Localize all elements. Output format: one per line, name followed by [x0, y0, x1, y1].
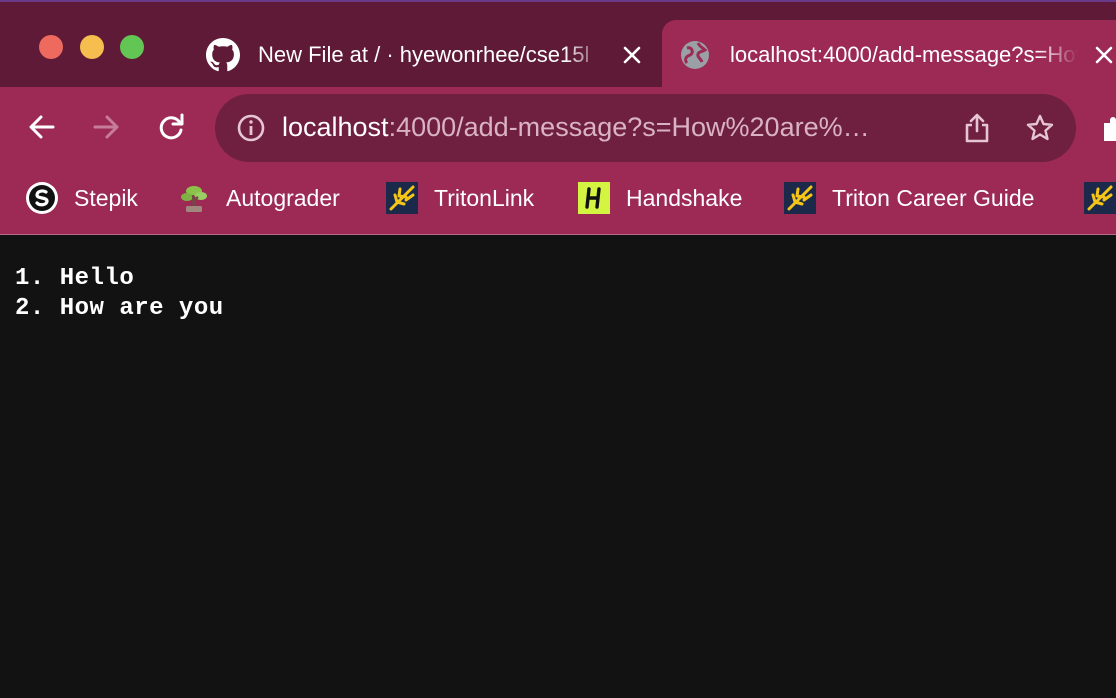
stepik-icon [26, 182, 58, 214]
tab-title: localhost:4000/add-message?s=How%20are%2… [730, 41, 1078, 67]
bookmark-stepik[interactable]: Stepik [26, 182, 138, 214]
tab-strip: New File at / · hyewonrhee/cse15l localh… [0, 0, 1116, 89]
browser-toolbar: localhost:4000/add-message?s=How%20are%… [0, 87, 1116, 169]
bookmark-tritonlink[interactable]: TritonLink [386, 182, 534, 214]
bookmarks-bar: Stepik Autograder TritonLink Handshake T… [0, 169, 1116, 235]
message-list: 1. Hello 2. How are you [15, 264, 224, 324]
minimize-window-button[interactable] [80, 35, 104, 59]
share-icon[interactable] [963, 112, 991, 144]
address-bar[interactable]: localhost:4000/add-message?s=How%20are%… [215, 94, 1076, 162]
bonsai-icon [181, 186, 207, 212]
url-text[interactable]: localhost:4000/add-message?s=How%20are%… [282, 112, 870, 143]
bookmark-handshake[interactable]: Handshake [578, 182, 742, 214]
close-tab-icon[interactable] [1094, 45, 1114, 65]
bookmark-star-icon[interactable] [1025, 113, 1055, 143]
tab-title: New File at / · hyewonrhee/cse15l [258, 41, 590, 67]
github-icon [206, 37, 240, 71]
back-arrow-icon[interactable] [26, 111, 58, 143]
trident-icon [1084, 182, 1116, 214]
bookmark-label: Triton Career Guide [832, 184, 1035, 211]
close-window-button[interactable] [39, 35, 63, 59]
bookmark-overflow[interactable] [1084, 182, 1116, 214]
tab-github-new-file[interactable]: New File at / · hyewonrhee/cse15l [190, 20, 660, 89]
url-rest: :4000/add-message?s=How%20are%… [388, 112, 870, 142]
extensions-puzzle-icon[interactable] [1100, 115, 1116, 141]
message-line: 1. Hello [15, 265, 135, 292]
bookmark-label: Stepik [74, 184, 138, 211]
bookmark-autograder[interactable]: Autograder [178, 182, 340, 214]
tab-localhost-add-message[interactable]: localhost:4000/add-message?s=How%20are%2… [662, 20, 1116, 89]
handshake-icon [578, 182, 610, 214]
message-line: 2. How are you [15, 295, 224, 322]
trident-icon [784, 182, 816, 214]
url-host: localhost [282, 112, 389, 142]
bookmark-label: Handshake [626, 184, 743, 211]
globe-icon [681, 40, 709, 69]
trident-icon [386, 182, 418, 214]
forward-arrow-icon[interactable] [90, 111, 122, 143]
bookmark-label: Autograder [226, 184, 340, 211]
zoom-window-button[interactable] [120, 35, 144, 59]
bookmark-triton-career-guide[interactable]: Triton Career Guide [784, 182, 1034, 214]
page-content: 1. Hello 2. How are you [0, 236, 1116, 698]
reload-icon[interactable] [155, 111, 187, 143]
bookmark-label: TritonLink [434, 184, 535, 211]
site-info-icon[interactable] [237, 114, 265, 142]
close-tab-icon[interactable] [622, 45, 642, 65]
